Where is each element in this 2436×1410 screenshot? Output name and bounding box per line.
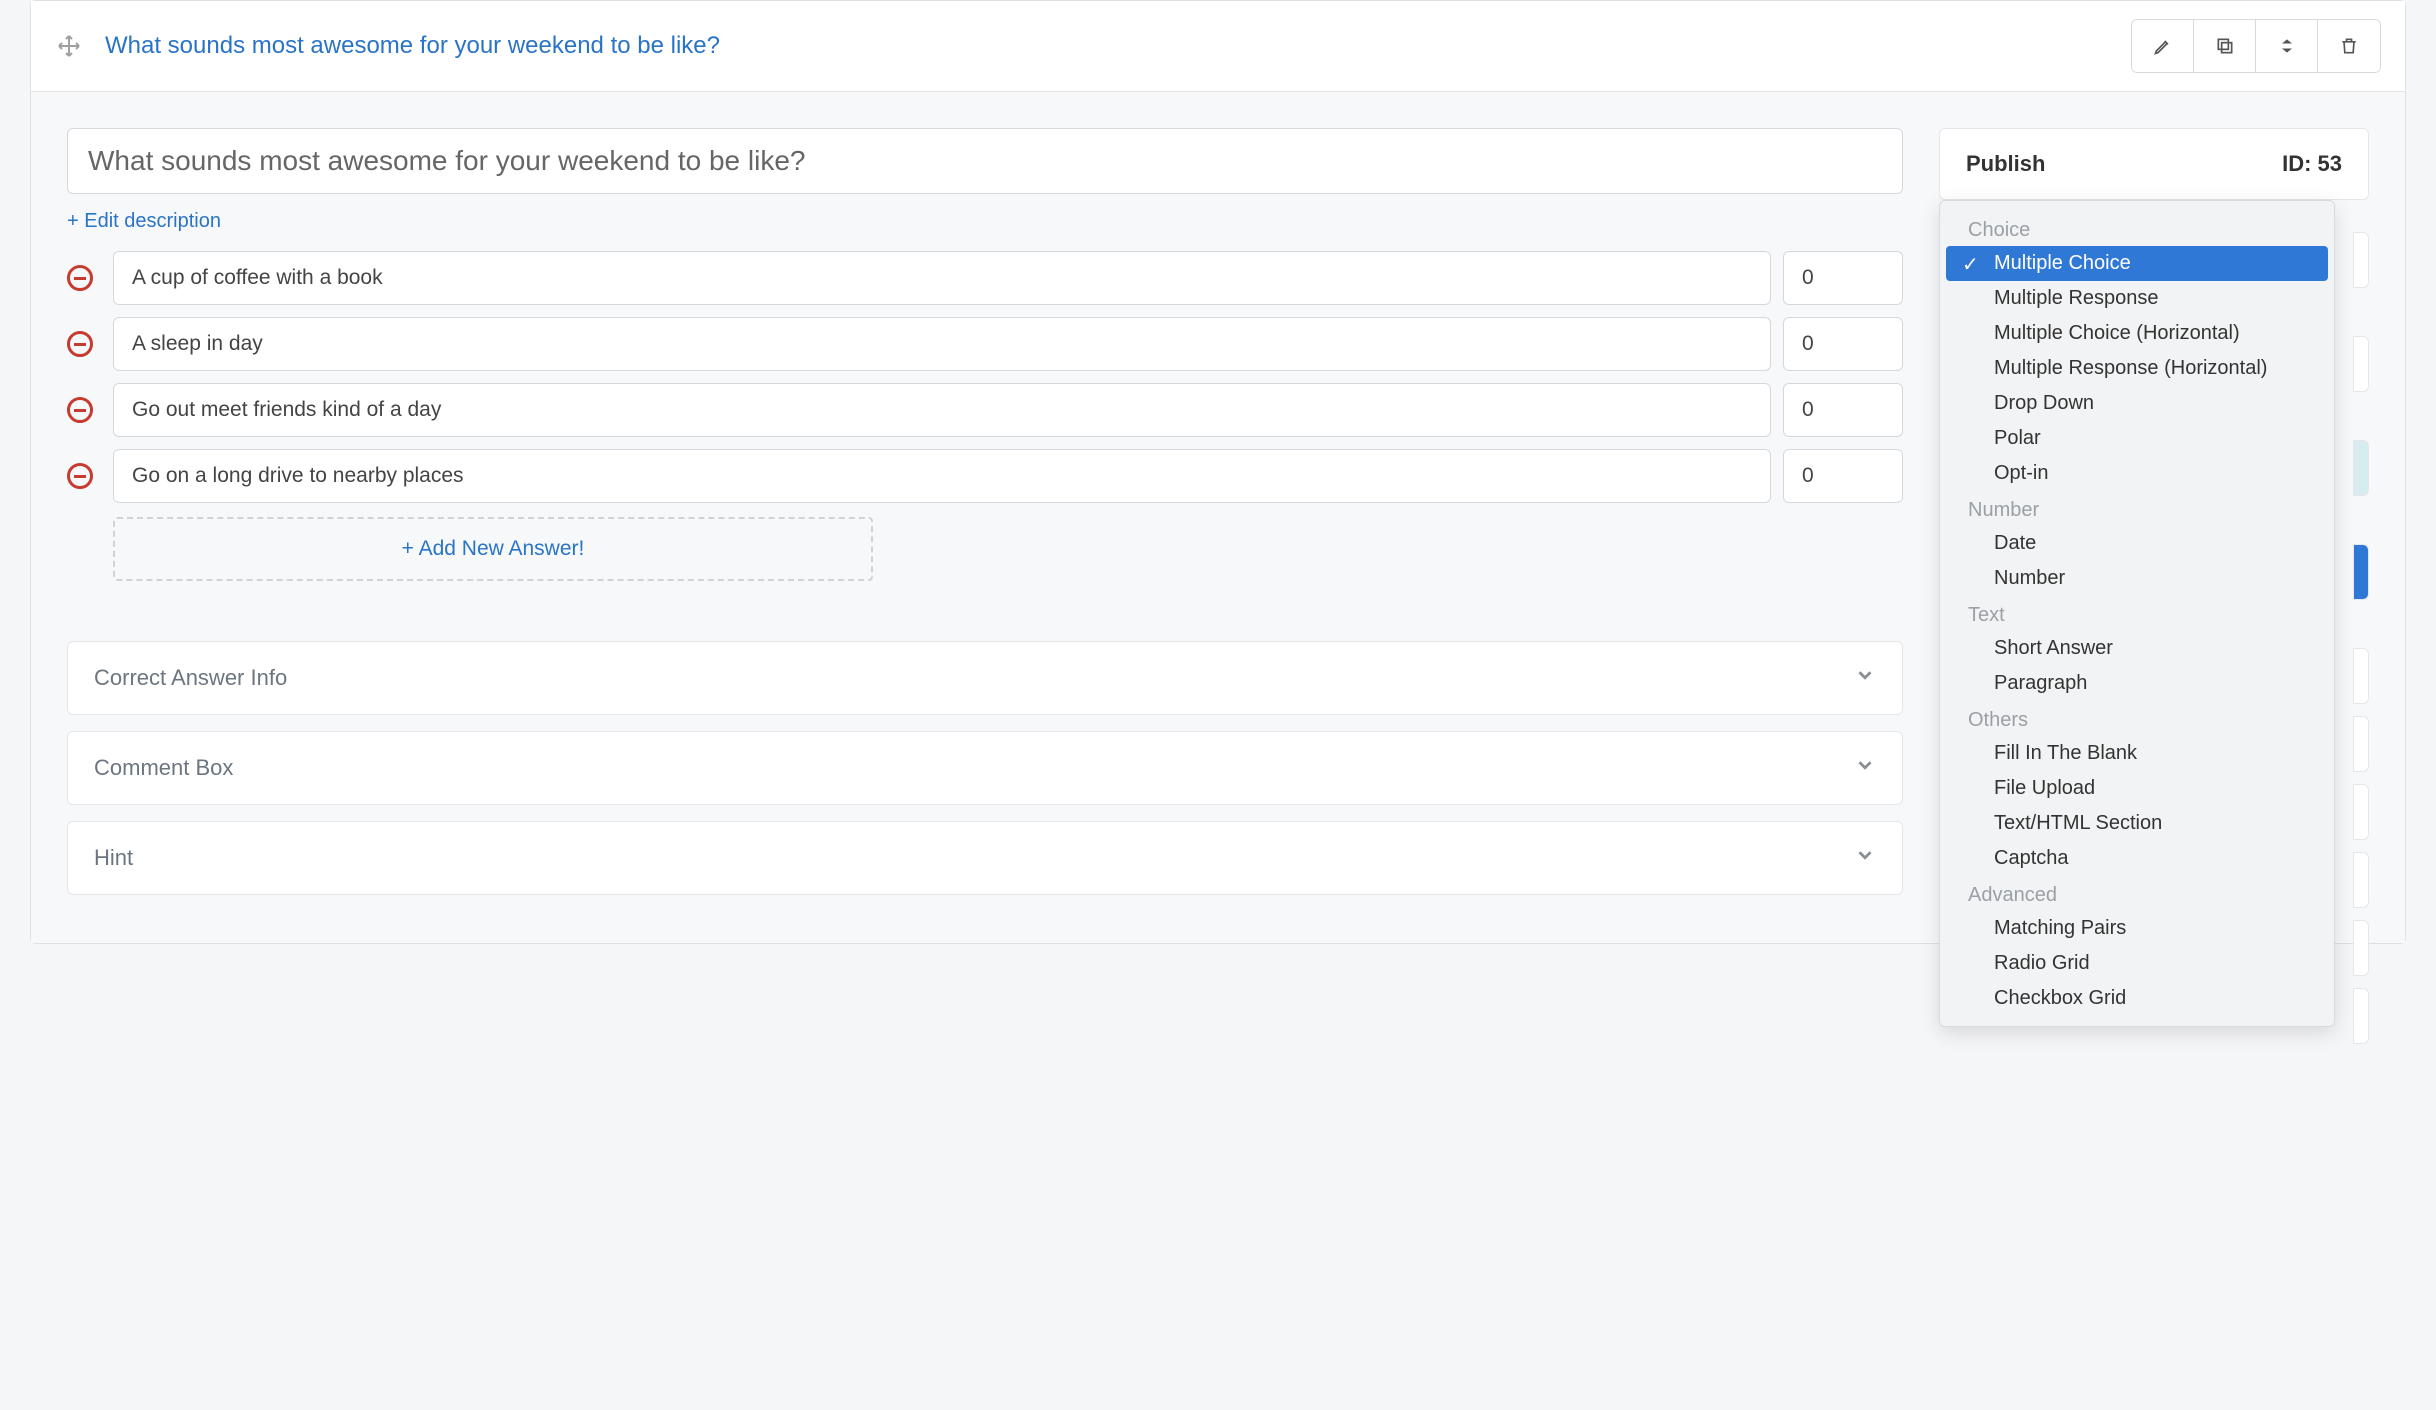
dropdown-item[interactable]: Matching Pairs	[1946, 911, 2328, 946]
card-toolbar	[2131, 19, 2381, 73]
dropdown-item[interactable]: Date	[1946, 526, 2328, 561]
dropdown-item[interactable]: Fill In The Blank	[1946, 736, 2328, 771]
dropdown-item[interactable]: Checkbox Grid	[1946, 981, 2328, 1016]
add-answer-button[interactable]: + Add New Answer!	[113, 517, 873, 581]
dropdown-group-label: Number	[1946, 491, 2328, 526]
answer-row	[67, 449, 1903, 503]
answer-row	[67, 251, 1903, 305]
drag-handle-icon[interactable]	[55, 32, 83, 60]
side-option[interactable]	[2353, 920, 2369, 976]
side-option[interactable]	[2353, 336, 2369, 392]
card-title[interactable]: What sounds most awesome for your weeken…	[105, 32, 2131, 60]
card-body: + Edit description + Add New Answer! Cor…	[31, 92, 2405, 943]
side-option[interactable]	[2353, 852, 2369, 908]
delete-button[interactable]	[2318, 20, 2380, 72]
dropdown-group-label: Others	[1946, 701, 2328, 736]
side-option[interactable]	[2353, 648, 2369, 704]
remove-answer-icon[interactable]	[67, 463, 93, 489]
dropdown-item[interactable]: Multiple Choice	[1946, 246, 2328, 281]
editor-column: + Edit description + Add New Answer! Cor…	[67, 128, 1903, 895]
dropdown-item[interactable]: Drop Down	[1946, 386, 2328, 421]
answer-text-input[interactable]	[113, 383, 1771, 437]
answer-score-input[interactable]	[1783, 383, 1903, 437]
side-option[interactable]	[2353, 784, 2369, 840]
chevron-down-icon	[1854, 664, 1876, 692]
question-type-dropdown[interactable]: ChoiceMultiple ChoiceMultiple ResponseMu…	[1939, 200, 2335, 1027]
dropdown-group-label: Advanced	[1946, 876, 2328, 911]
side-option[interactable]	[2353, 232, 2369, 288]
dropdown-item[interactable]: Opt-in	[1946, 456, 2328, 491]
side-option[interactable]	[2353, 544, 2369, 600]
settings-column: Publish ID: 53 ChoiceMultiple ChoiceMult…	[1939, 128, 2369, 895]
answer-text-input[interactable]	[113, 317, 1771, 371]
remove-answer-icon[interactable]	[67, 331, 93, 357]
dropdown-item[interactable]: Radio Grid	[1946, 946, 2328, 981]
answer-row	[67, 317, 1903, 371]
correct-answer-label: Correct Answer Info	[94, 665, 287, 691]
dropdown-item[interactable]: Multiple Choice (Horizontal)	[1946, 316, 2328, 351]
chevron-down-icon	[1854, 754, 1876, 782]
duplicate-button[interactable]	[2194, 20, 2256, 72]
dropdown-item[interactable]: Polar	[1946, 421, 2328, 456]
answer-score-input[interactable]	[1783, 317, 1903, 371]
dropdown-item[interactable]: Short Answer	[1946, 631, 2328, 666]
dropdown-item[interactable]: Paragraph	[1946, 666, 2328, 701]
side-option[interactable]	[2353, 440, 2369, 496]
dropdown-item[interactable]: Captcha	[1946, 841, 2328, 876]
dropdown-item[interactable]: File Upload	[1946, 771, 2328, 806]
hint-section[interactable]: Hint	[67, 821, 1903, 895]
chevron-down-icon	[1854, 844, 1876, 872]
question-title-input[interactable]	[67, 128, 1903, 194]
remove-answer-icon[interactable]	[67, 265, 93, 291]
side-option[interactable]	[2353, 988, 2369, 1044]
dropdown-item[interactable]: Multiple Response	[1946, 281, 2328, 316]
publish-label: Publish	[1966, 151, 2045, 177]
card-header: What sounds most awesome for your weeken…	[31, 1, 2405, 92]
hint-label: Hint	[94, 845, 133, 871]
question-id-label: ID: 53	[2282, 151, 2342, 177]
dropdown-item[interactable]: Text/HTML Section	[1946, 806, 2328, 841]
answer-row	[67, 383, 1903, 437]
question-card: What sounds most awesome for your weeken…	[30, 0, 2406, 944]
edit-button[interactable]	[2132, 20, 2194, 72]
remove-answer-icon[interactable]	[67, 397, 93, 423]
dropdown-group-label: Text	[1946, 596, 2328, 631]
correct-answer-section[interactable]: Correct Answer Info	[67, 641, 1903, 715]
side-option[interactable]	[2353, 716, 2369, 772]
dropdown-item[interactable]: Multiple Response (Horizontal)	[1946, 351, 2328, 386]
dropdown-group-label: Choice	[1946, 211, 2328, 246]
comment-box-section[interactable]: Comment Box	[67, 731, 1903, 805]
answer-score-input[interactable]	[1783, 251, 1903, 305]
comment-box-label: Comment Box	[94, 755, 233, 781]
dropdown-item[interactable]: Number	[1946, 561, 2328, 596]
answer-text-input[interactable]	[113, 449, 1771, 503]
publish-panel: Publish ID: 53	[1939, 128, 2369, 200]
answer-score-input[interactable]	[1783, 449, 1903, 503]
edit-description-link[interactable]: + Edit description	[67, 210, 221, 233]
side-options-strip	[2353, 232, 2369, 1092]
answer-text-input[interactable]	[113, 251, 1771, 305]
collapse-toggle-button[interactable]	[2256, 20, 2318, 72]
